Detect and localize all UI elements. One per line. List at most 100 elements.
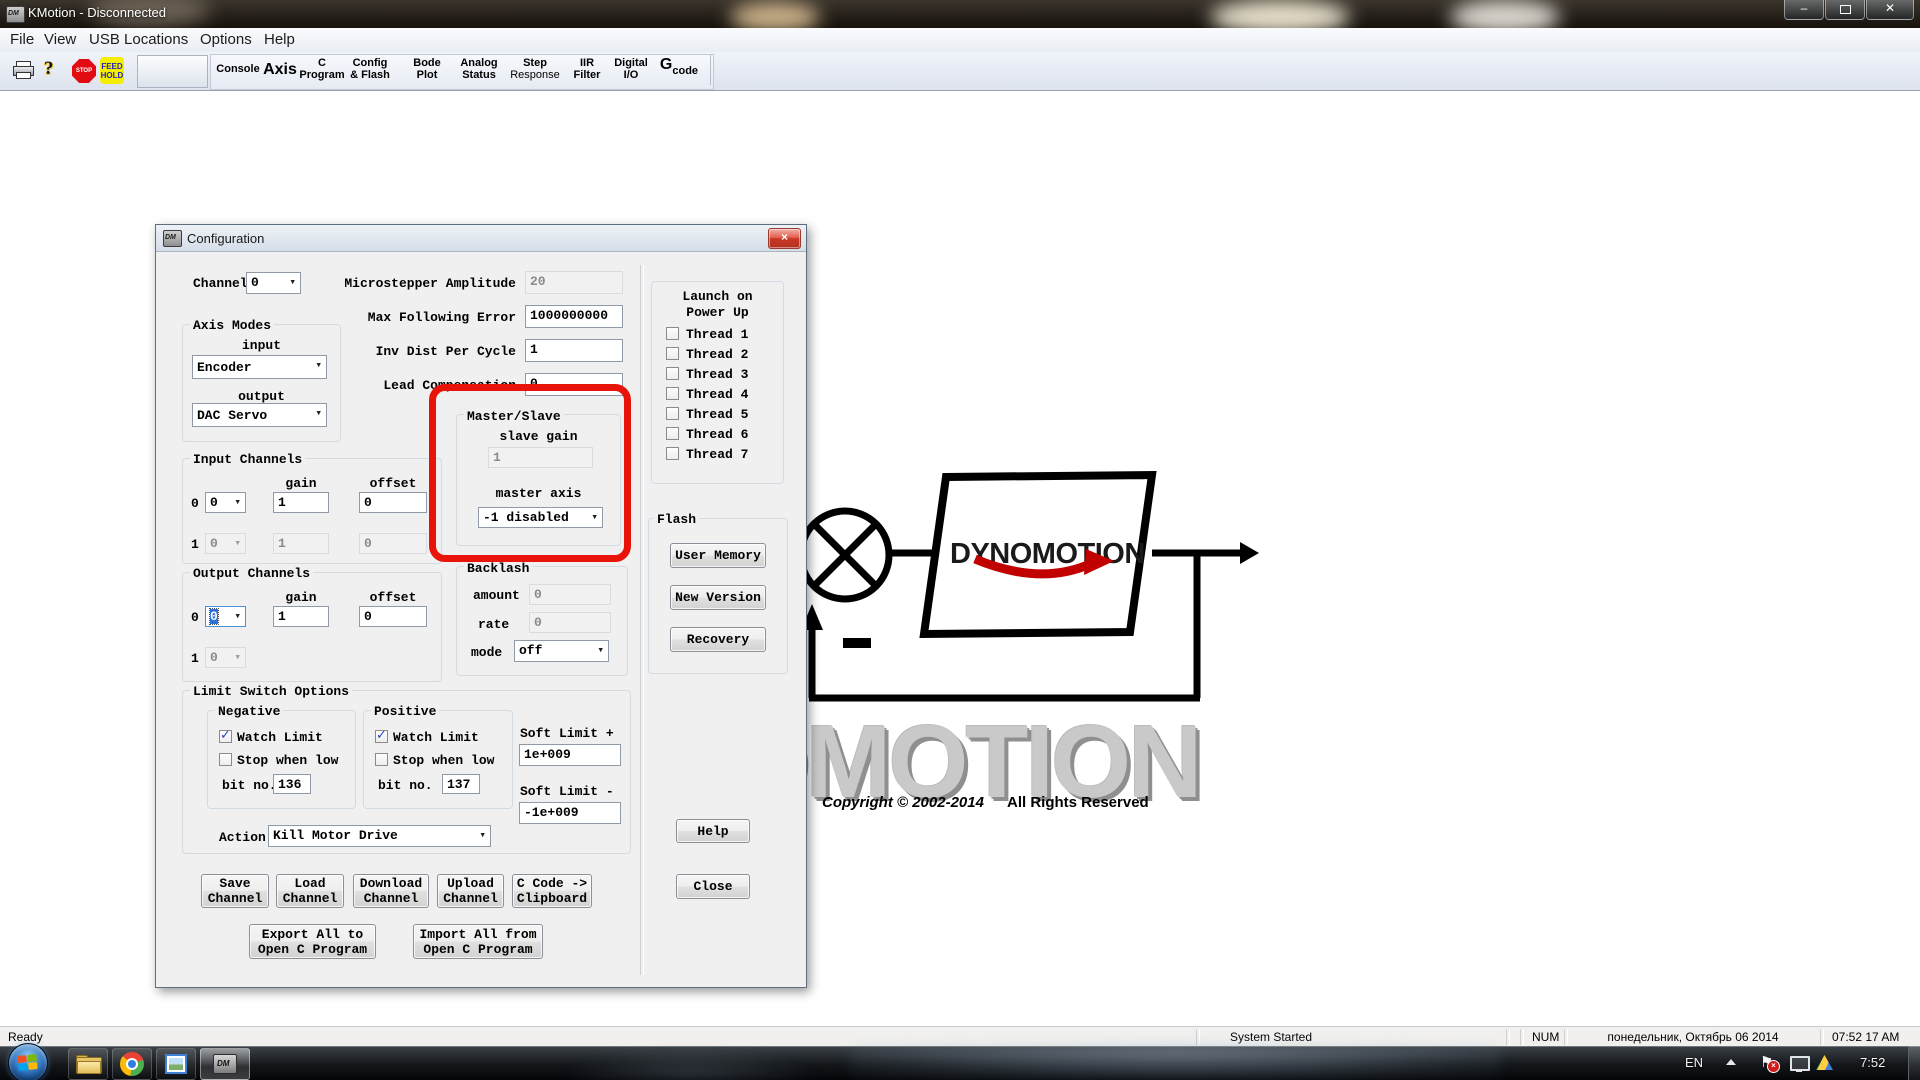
output-ch0-dropdown[interactable]: 0 (205, 606, 246, 627)
load-channel-button[interactable]: LoadChannel (276, 874, 344, 908)
taskbar-explorer-button[interactable] (68, 1048, 108, 1080)
toolbar-digital-io-button[interactable]: Digital I/O (609, 52, 653, 86)
positive-watch-limit-checkbox[interactable] (375, 730, 388, 743)
download-channel-button[interactable]: DownloadChannel (353, 874, 429, 908)
row-index: 0 (191, 496, 199, 511)
dialog-titlebar[interactable]: Configuration (156, 225, 806, 252)
status-separator (1506, 1029, 1510, 1045)
status-separator (1520, 1029, 1524, 1045)
negative-bit-label: bit no. (222, 778, 277, 793)
toolbar-axis-button[interactable]: Axis (262, 52, 298, 86)
thread-2-checkbox[interactable] (666, 347, 679, 360)
output-ch0-gain-field[interactable]: 1 (273, 606, 329, 627)
thread-6-checkbox[interactable] (666, 427, 679, 440)
tray-expand-icon[interactable] (1726, 1059, 1736, 1065)
soft-limit-minus-field[interactable]: -1e+009 (519, 802, 621, 824)
toolbar-analog-status-button[interactable]: Analog Status (454, 52, 504, 86)
feed-hold-icon[interactable]: FEED HOLD (100, 57, 124, 84)
action-center-flag-icon[interactable]: ⚑× (1760, 1053, 1773, 1071)
close-button[interactable]: ✕ (1866, 0, 1914, 20)
input-ch0-offset-field[interactable]: 0 (359, 492, 427, 513)
action-dropdown[interactable]: Kill Motor Drive (268, 825, 491, 847)
dialog-close-button[interactable]: × (768, 228, 801, 249)
thread-1-checkbox[interactable] (666, 327, 679, 340)
window-controls: – ✕ (1783, 0, 1914, 20)
save-channel-button[interactable]: SaveChannel (201, 874, 269, 908)
show-desktop-button[interactable] (1908, 1046, 1920, 1080)
start-button[interactable] (8, 1043, 48, 1080)
dialog-close-bottom-button[interactable]: Close (676, 874, 750, 899)
negative-watch-limit-label: Watch Limit (237, 730, 323, 745)
toolbar-bode-plot-button[interactable]: Bode Plot (404, 52, 450, 86)
taskbar-photo-viewer-button[interactable] (156, 1048, 196, 1080)
input-ch0-dropdown[interactable]: 0 (205, 492, 246, 513)
limit-switch-title: Limit Switch Options (190, 684, 352, 699)
rate-label: rate (478, 617, 509, 632)
help-button[interactable]: Help (676, 819, 750, 843)
amount-label: amount (473, 588, 520, 603)
taskbar-chrome-button[interactable] (112, 1048, 152, 1080)
menu-file[interactable]: File (10, 31, 34, 48)
output-mode-dropdown[interactable]: DAC Servo (192, 403, 327, 427)
thread-2-label: Thread 2 (686, 347, 748, 362)
flash-title: Flash (654, 512, 699, 527)
user-memory-button[interactable]: User Memory (670, 543, 766, 568)
output-ch0-offset-field[interactable]: 0 (359, 606, 427, 627)
negative-watch-limit-checkbox[interactable] (219, 730, 232, 743)
google-drive-icon[interactable] (1816, 1055, 1833, 1070)
output-ch1-dropdown: 0 (205, 647, 246, 668)
window-titlebar: KMotion - Disconnected – ✕ (0, 0, 1920, 28)
maximize-button[interactable] (1825, 0, 1865, 20)
soft-limit-plus-field[interactable]: 1e+009 (519, 744, 621, 766)
toolbar-c-program-button[interactable]: C Program (298, 52, 346, 86)
max-following-label: Max Following Error (276, 310, 516, 325)
soft-limit-minus-label: Soft Limit - (520, 784, 614, 799)
toolbar-console-button[interactable]: Console (213, 52, 263, 86)
help-icon[interactable]: ? (44, 58, 54, 80)
network-icon[interactable] (1790, 1056, 1810, 1071)
negative-bit-field[interactable]: 136 (273, 774, 311, 794)
row-index: 0 (191, 610, 199, 625)
upload-channel-button[interactable]: UploadChannel (437, 874, 504, 908)
c-code-clipboard-button[interactable]: C Code ->Clipboard (512, 874, 592, 908)
menu-view[interactable]: View (44, 31, 76, 48)
recovery-button[interactable]: Recovery (670, 627, 766, 652)
backlash-mode-dropdown[interactable]: off (514, 640, 609, 662)
stop-icon[interactable]: STOP (72, 59, 96, 83)
thread-7-checkbox[interactable] (666, 447, 679, 460)
menu-options[interactable]: Options (200, 31, 252, 48)
input-mode-dropdown[interactable]: Encoder (192, 355, 327, 379)
toolbar-config-flash-button[interactable]: Config & Flash (346, 52, 394, 86)
toolbar-step-response-button[interactable]: Step Response (505, 52, 565, 86)
thread-3-checkbox[interactable] (666, 367, 679, 380)
menu-usb-locations[interactable]: USB Locations (89, 31, 188, 48)
max-following-field[interactable]: 1000000000 (525, 305, 623, 328)
status-time: 07:52 17 AM (1832, 1030, 1899, 1044)
windows-logo-icon (17, 1054, 37, 1071)
thread-4-checkbox[interactable] (666, 387, 679, 400)
minimize-button[interactable]: – (1784, 0, 1824, 20)
taskbar-reflection (560, 1046, 820, 1080)
export-all-button[interactable]: Export All toOpen C Program (249, 924, 376, 959)
thread-5-checkbox[interactable] (666, 407, 679, 420)
positive-stop-when-low-checkbox[interactable] (375, 753, 388, 766)
backlash-rate-field: 0 (529, 612, 611, 633)
new-version-button[interactable]: New Version (670, 585, 766, 610)
menu-help[interactable]: Help (264, 31, 295, 48)
negative-stop-when-low-checkbox[interactable] (219, 753, 232, 766)
taskbar-kmotion-button[interactable] (200, 1048, 250, 1080)
toolbar-gcode-button[interactable]: G code (653, 52, 705, 86)
status-date: понедельник, Октябрь 06 2014 (1568, 1030, 1818, 1044)
status-separator (1196, 1029, 1200, 1045)
print-icon[interactable] (13, 61, 33, 78)
taskbar-clock[interactable]: 7:52 (1860, 1055, 1885, 1070)
input-ch0-gain-field[interactable]: 1 (273, 492, 329, 513)
positive-bit-field[interactable]: 137 (442, 774, 480, 794)
taskbar: EN ⚑× 7:52 (0, 1046, 1920, 1080)
toolbar-blank-button[interactable] (137, 55, 208, 88)
toolbar-iir-filter-button[interactable]: IIR Filter (565, 52, 609, 86)
output-label: output (182, 389, 341, 404)
import-all-button[interactable]: Import All fromOpen C Program (413, 924, 543, 959)
language-indicator[interactable]: EN (1685, 1055, 1703, 1070)
inv-dist-field[interactable]: 1 (525, 339, 623, 362)
